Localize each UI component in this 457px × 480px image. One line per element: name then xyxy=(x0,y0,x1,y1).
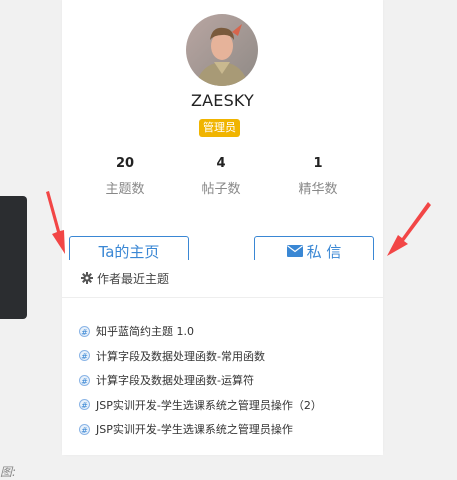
recent-topics-popup: 作者最近主题 # 知乎蓝简约主题 1.0 # 计算字段及数据处理函数-常用函数 # 计… xyxy=(62,260,383,455)
topic-title[interactable]: JSP实训开发-学生选课系统之管理员操作（2） xyxy=(96,397,322,413)
list-item[interactable]: # JSP实训开发-学生选课系统之管理员操作（2） xyxy=(79,393,322,418)
hash-icon: # xyxy=(79,399,90,411)
popup-title: 作者最近主题 xyxy=(97,272,170,286)
topic-title[interactable]: 计算字段及数据处理函数-运算符 xyxy=(96,372,254,388)
list-item[interactable]: # 知乎蓝简约主题 1.0 xyxy=(79,319,322,344)
topic-title[interactable]: 计算字段及数据处理函数-常用函数 xyxy=(96,348,265,364)
private-message-label: 私 信 xyxy=(306,243,342,261)
stat-featured: 1 精华数 xyxy=(278,156,358,197)
stat-posts-label: 帖子数 xyxy=(201,182,241,197)
side-panel-dark xyxy=(0,196,27,319)
arrow-annotation-right xyxy=(387,202,431,256)
role-badge: 管理员 xyxy=(199,119,240,137)
list-item[interactable]: # JSP实训开发-学生选课系统之管理员操作 xyxy=(79,417,322,442)
caption-fragment: 图: xyxy=(0,465,17,479)
popup-header: 作者最近主题 xyxy=(81,270,169,287)
recent-topic-list: # 知乎蓝简约主题 1.0 # 计算字段及数据处理函数-常用函数 # 计算字段及数据处… xyxy=(79,319,322,442)
stat-featured-label: 精华数 xyxy=(298,182,338,197)
avatar[interactable] xyxy=(186,14,258,86)
stat-featured-value: 1 xyxy=(313,156,323,171)
gear-icon xyxy=(81,272,93,287)
topic-title[interactable]: 知乎蓝简约主题 1.0 xyxy=(96,323,194,339)
stat-topics-value: 20 xyxy=(115,156,135,171)
hash-icon: # xyxy=(79,325,90,337)
list-item[interactable]: # 计算字段及数据处理函数-运算符 xyxy=(79,368,322,393)
username[interactable]: ZAESKY xyxy=(62,91,383,110)
stat-posts-value: 4 xyxy=(216,156,226,171)
stat-topics: 20 主题数 xyxy=(85,156,165,197)
stat-topics-label: 主题数 xyxy=(105,182,145,197)
list-item[interactable]: # 计算字段及数据处理函数-常用函数 xyxy=(79,344,322,369)
topic-title[interactable]: JSP实训开发-学生选课系统之管理员操作 xyxy=(96,421,293,437)
stat-posts: 4 帖子数 xyxy=(181,156,261,197)
envelope-icon xyxy=(286,245,303,257)
hash-icon: # xyxy=(79,423,90,435)
divider xyxy=(62,297,383,298)
hash-icon: # xyxy=(79,374,90,386)
arrow-annotation-left xyxy=(46,191,65,254)
hash-icon: # xyxy=(79,350,90,362)
